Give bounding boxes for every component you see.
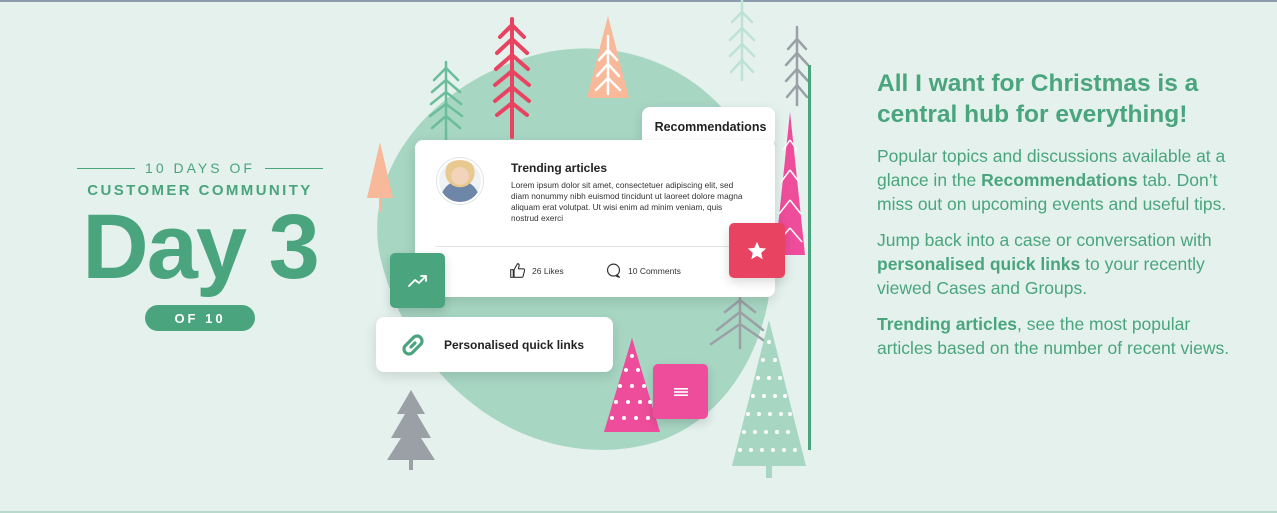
mint-dotted-tree-icon bbox=[732, 320, 806, 478]
grey-pine-tree-icon bbox=[784, 25, 810, 107]
trending-article-card[interactable]: Trending articles Lorem ipsum dolor sit … bbox=[415, 140, 775, 297]
quick-links-label: Personalised quick links bbox=[444, 337, 585, 352]
series-kicker: 10 DAYS OF bbox=[145, 160, 255, 176]
peach-small-tree-icon bbox=[367, 142, 393, 212]
menu-icon bbox=[673, 387, 688, 396]
paragraph-recommendations: Popular topics and discussions available… bbox=[877, 144, 1237, 216]
thumbs-up-icon bbox=[510, 263, 526, 278]
green-vertical-line bbox=[808, 65, 811, 450]
avatar bbox=[437, 158, 483, 204]
star-icon bbox=[747, 241, 767, 259]
p2-bold: personalised quick links bbox=[877, 254, 1081, 274]
menu-button[interactable] bbox=[653, 364, 708, 419]
mint-pine-tree-icon bbox=[728, 0, 756, 82]
quick-links-card[interactable]: Personalised quick links bbox=[376, 317, 613, 372]
kicker-line-right bbox=[264, 167, 323, 169]
card-divider bbox=[435, 246, 755, 247]
trending-up-icon bbox=[407, 274, 427, 287]
likes-count: 26 Likes bbox=[532, 265, 564, 276]
red-pine-tree-icon bbox=[493, 17, 531, 139]
kicker-line-left bbox=[77, 167, 136, 169]
peach-tree-icon bbox=[587, 16, 629, 98]
illustration: Recommendations Trending articles Lorem … bbox=[341, 0, 825, 513]
link-icon bbox=[402, 333, 424, 356]
article-excerpt: Lorem ipsum dolor sit amet, consectetuer… bbox=[511, 180, 743, 223]
paragraph-trending: Trending articles, see the most popular … bbox=[877, 312, 1237, 360]
day-count-pill: OF 10 bbox=[145, 305, 255, 331]
headline: All I want for Christmas is a central hu… bbox=[877, 70, 1199, 128]
p1-bold: Recommendations bbox=[981, 170, 1138, 190]
day-badge-block: 10 DAYS OF CUSTOMER COMMUNITY Day 3 OF 1… bbox=[60, 160, 340, 331]
day-title: Day 3 bbox=[82, 196, 320, 298]
comments-count: 10 Comments bbox=[628, 265, 681, 276]
grey-fir-tree-icon bbox=[387, 390, 435, 470]
paragraph-quick-links: Jump back into a case or conversation wi… bbox=[877, 228, 1237, 300]
green-pine-tree-icon bbox=[428, 60, 464, 146]
p2-text-a: Jump back into a case or conversation wi… bbox=[877, 230, 1212, 250]
like-button[interactable]: 26 Likes bbox=[509, 262, 564, 279]
comment-icon bbox=[606, 263, 621, 278]
favorite-button[interactable] bbox=[729, 223, 785, 278]
p3-bold: Trending articles bbox=[877, 314, 1018, 334]
article-title[interactable]: Trending articles bbox=[511, 161, 607, 175]
kicker-row: 10 DAYS OF bbox=[60, 160, 340, 176]
description-block: All I want for Christmas is a central hu… bbox=[877, 68, 1237, 360]
trending-button[interactable] bbox=[390, 253, 445, 308]
comment-button[interactable]: 10 Comments bbox=[605, 262, 681, 279]
